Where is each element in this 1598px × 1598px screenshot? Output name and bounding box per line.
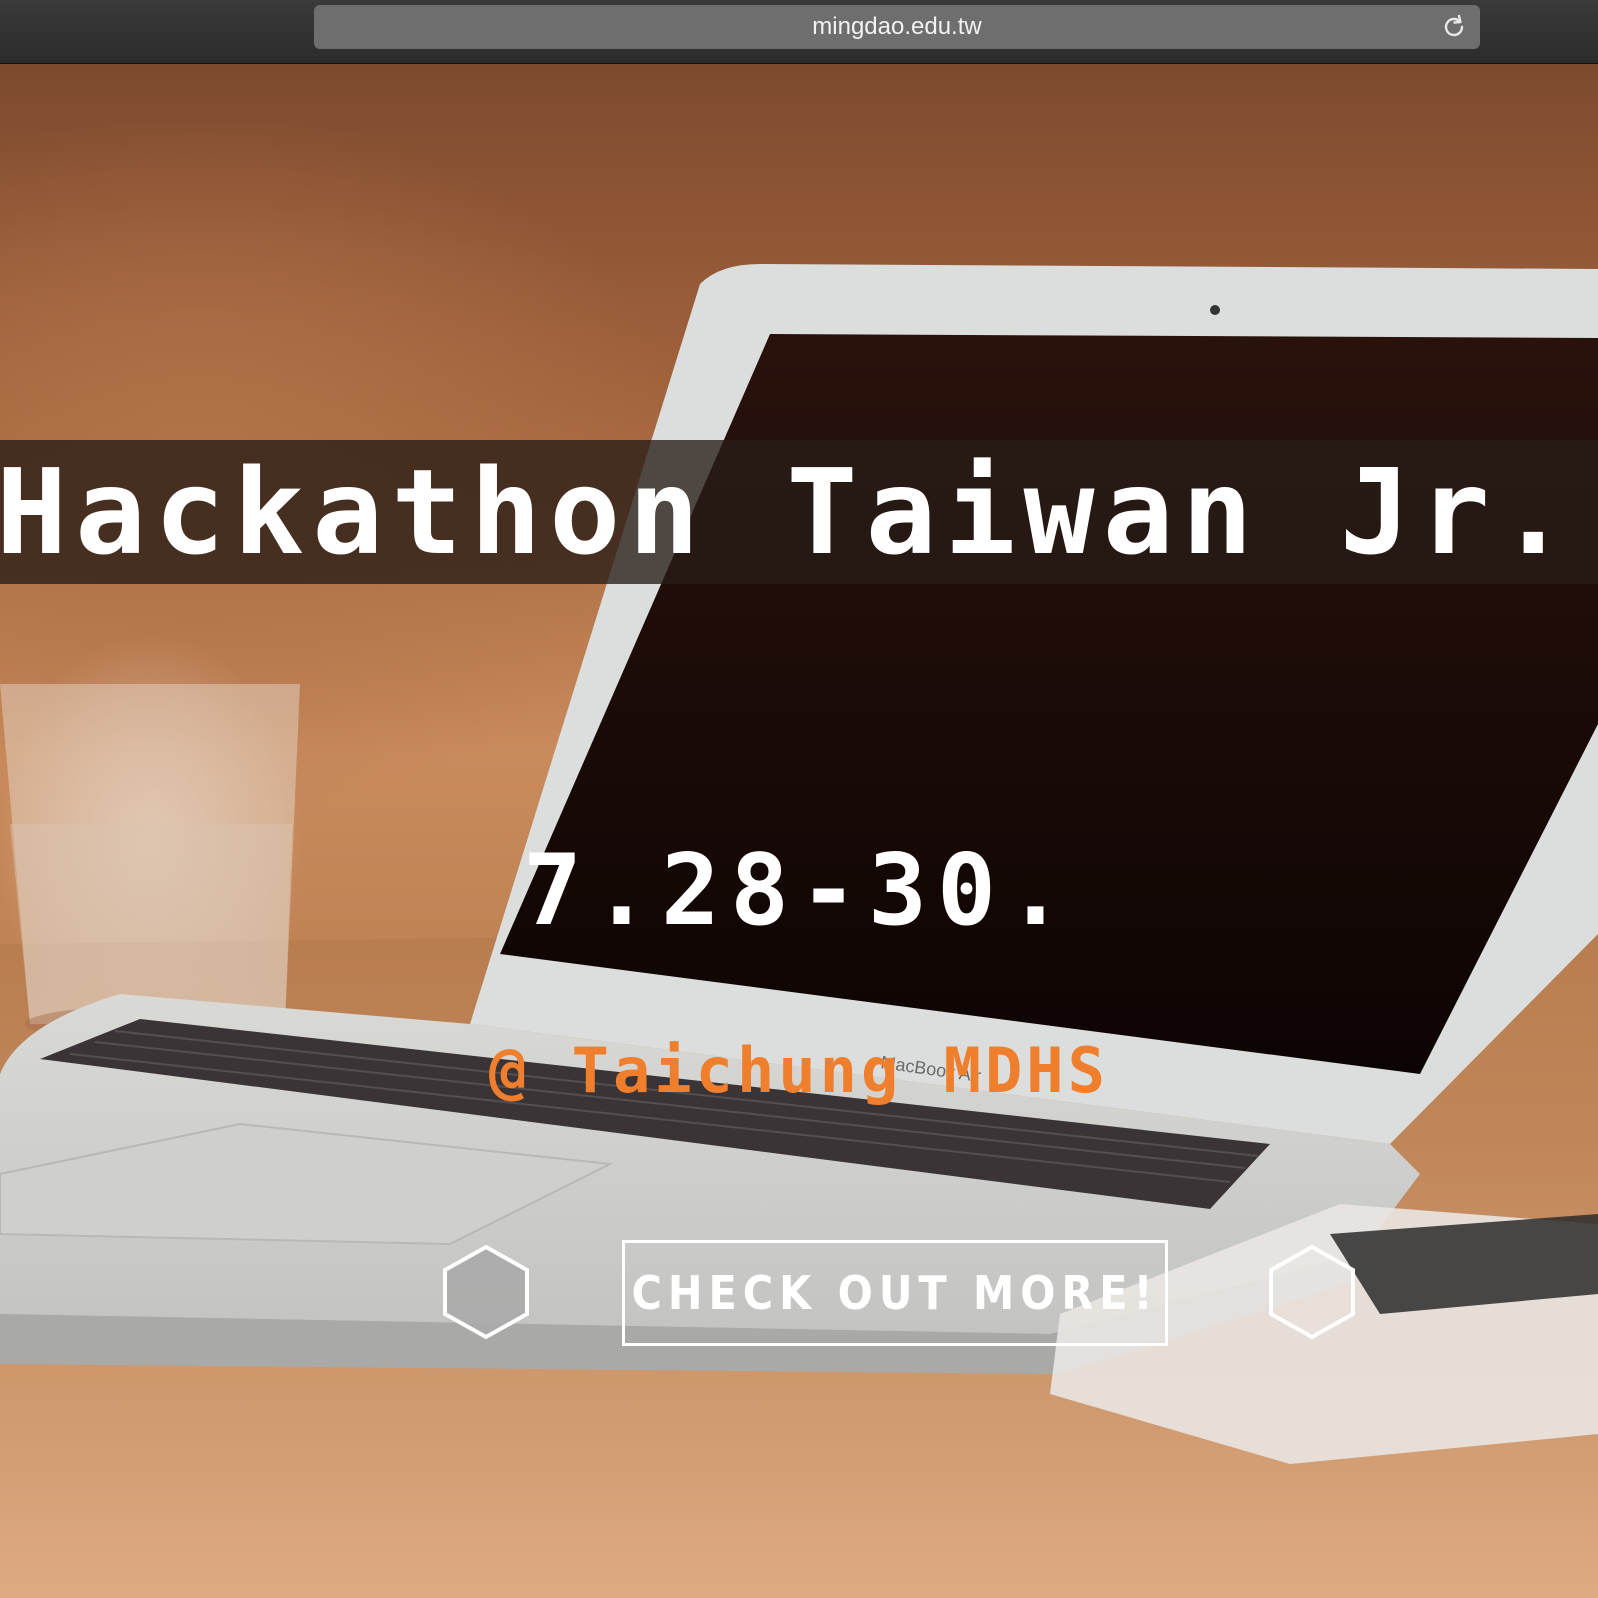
event-venue: @ Taichung MDHS xyxy=(489,1034,1109,1107)
title-main: Hackathon Taiwan Jr. xyxy=(0,443,1598,581)
hero-section: MacBook Air Hackathon Taiwan Jr. 3 7.28-… xyxy=(0,64,1598,1598)
event-date: 7.28-30. xyxy=(522,834,1075,948)
reload-icon[interactable] xyxy=(1440,13,1468,41)
check-out-more-button[interactable]: CHECK OUT MORE! xyxy=(622,1240,1168,1346)
laptop-photo: MacBook Air xyxy=(0,264,1598,1598)
hexagon-next-icon[interactable] xyxy=(1267,1244,1357,1340)
address-bar[interactable]: mingdao.edu.tw xyxy=(314,5,1480,49)
title-band: Hackathon Taiwan Jr. 3 xyxy=(0,440,1598,584)
hexagon-prev-icon[interactable] xyxy=(441,1244,531,1340)
browser-toolbar: mingdao.edu.tw xyxy=(0,0,1598,64)
page-title: Hackathon Taiwan Jr. 3 xyxy=(0,440,1598,584)
url-text: mingdao.edu.tw xyxy=(812,13,982,40)
